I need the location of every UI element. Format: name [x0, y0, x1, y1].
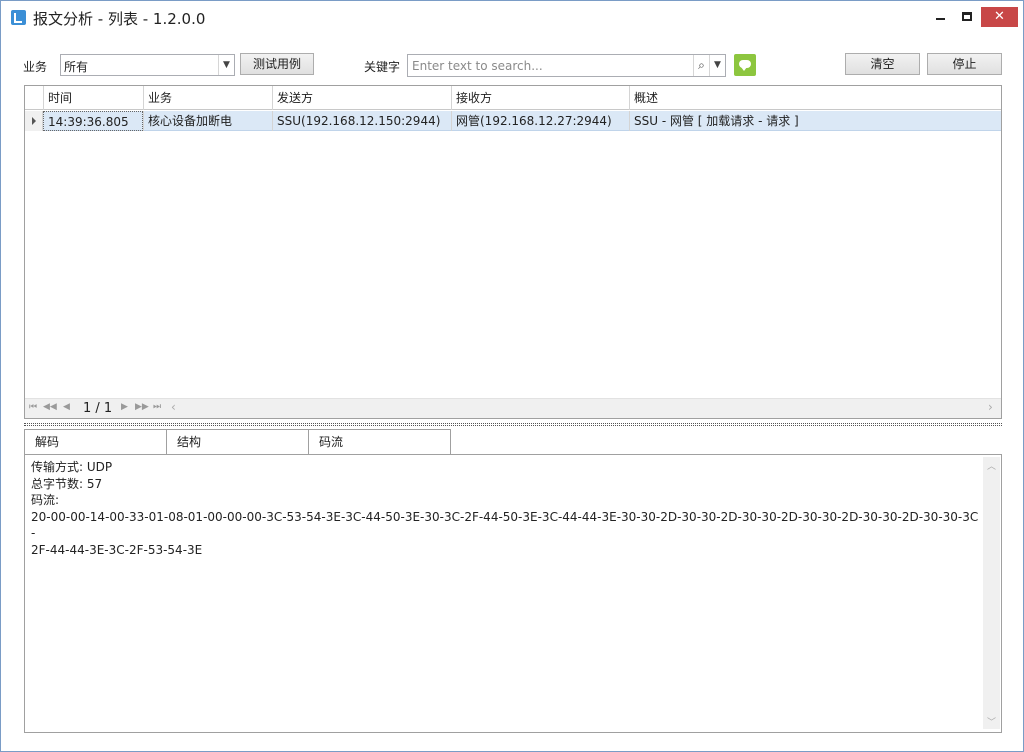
- minimize-button[interactable]: [926, 7, 954, 27]
- cell-time[interactable]: 14:39:36.805: [43, 111, 143, 131]
- search-input[interactable]: Enter text to search...: [412, 59, 543, 73]
- window-title: 报文分析 - 列表 - 1.2.0.0: [33, 10, 206, 28]
- tab-bitstream[interactable]: 码流: [308, 429, 451, 455]
- table-row[interactable]: 14:39:36.805 核心设备加断电 SSU(192.168.12.150:…: [25, 111, 1001, 131]
- scroll-up-icon[interactable]: ︿: [987, 459, 996, 472]
- splitter-handle[interactable]: [24, 423, 1002, 426]
- last-page-icon[interactable]: ⏭: [153, 402, 161, 412]
- column-header-sender[interactable]: 发送方: [272, 86, 451, 110]
- next-page-group-icon[interactable]: ▶▶: [135, 402, 149, 412]
- bitstream-panel: 传输方式: UDP 总字节数: 57 码流: 20-00-00-14-00-33…: [24, 454, 1002, 733]
- scroll-right-icon[interactable]: ›: [988, 400, 993, 414]
- scroll-left-icon[interactable]: ‹: [171, 400, 176, 414]
- search-history-chevron-icon[interactable]: ▼: [709, 55, 725, 76]
- bitstream-hex-line-2: 2F-44-44-3E-3C-2F-53-54-3E: [31, 542, 203, 557]
- stop-button[interactable]: 停止: [927, 53, 1002, 75]
- byte-count-line: 总字节数: 57: [31, 476, 103, 491]
- app-logo-icon: [11, 10, 26, 25]
- test-case-button[interactable]: 测试用例: [240, 53, 314, 75]
- cell-business[interactable]: 核心设备加断电: [143, 111, 272, 131]
- prev-page-group-icon[interactable]: ◀◀: [43, 402, 57, 412]
- maximize-icon: [962, 12, 972, 21]
- cell-sender[interactable]: SSU(192.168.12.150:2944): [272, 111, 451, 131]
- search-icon[interactable]: ⌕: [693, 55, 709, 76]
- chevron-down-icon[interactable]: ▼: [218, 55, 234, 75]
- tab-structure[interactable]: 结构: [166, 429, 309, 455]
- cell-summary[interactable]: SSU - 网管 [ 加载请求 - 请求 ]: [629, 111, 1001, 131]
- bitstream-label: 码流:: [31, 493, 60, 507]
- grid-header: 时间 业务 发送方 接收方 概述: [25, 86, 1001, 110]
- transport-line: 传输方式: UDP: [31, 460, 113, 474]
- minimize-icon: [935, 18, 945, 20]
- business-select[interactable]: 所有 ▼: [60, 54, 235, 76]
- app-window: 报文分析 - 列表 - 1.2.0.0 ✕ 业务 所有 ▼ 测试用例 关键字 E…: [0, 0, 1024, 752]
- row-indicator-icon: [25, 111, 43, 131]
- close-icon: ✕: [994, 9, 1005, 24]
- tab-decode[interactable]: 解码: [24, 429, 167, 455]
- next-page-icon[interactable]: ▶: [121, 402, 128, 412]
- business-label: 业务: [23, 60, 48, 74]
- vertical-scrollbar[interactable]: ︿ ﹀: [983, 457, 1000, 729]
- scroll-down-icon[interactable]: ﹀: [987, 715, 996, 728]
- search-box[interactable]: Enter text to search... ⌕ ▼: [407, 54, 726, 77]
- keyword-label: 关键字: [364, 60, 401, 74]
- column-header-receiver[interactable]: 接收方: [451, 86, 629, 110]
- prev-page-icon[interactable]: ◀: [63, 402, 70, 412]
- maximize-button[interactable]: [953, 7, 981, 27]
- chat-bubble-icon[interactable]: [734, 54, 756, 76]
- column-header-time[interactable]: 时间: [43, 86, 143, 110]
- bitstream-hex-line-1: 20-00-00-14-00-33-01-08-01-00-00-00-3C-5…: [31, 509, 979, 541]
- column-header-business[interactable]: 业务: [143, 86, 272, 110]
- first-page-icon[interactable]: ⏮: [29, 402, 37, 412]
- column-header-summary[interactable]: 概述: [629, 86, 1001, 110]
- message-grid: 时间 业务 发送方 接收方 概述 14:39:36.805 核心设备加断电 SS…: [24, 85, 1002, 419]
- page-indicator: 1 / 1: [83, 401, 113, 416]
- bitstream-text[interactable]: 传输方式: UDP 总字节数: 57 码流: 20-00-00-14-00-33…: [31, 459, 981, 558]
- cell-receiver[interactable]: 网管(192.168.12.27:2944): [451, 111, 629, 131]
- business-select-value: 所有: [64, 60, 89, 74]
- grid-pager: ⏮ ◀◀ ◀ 1 / 1 ▶ ▶▶ ⏭ ‹ ›: [25, 398, 1001, 418]
- clear-button[interactable]: 清空: [845, 53, 920, 75]
- close-button[interactable]: ✕: [981, 7, 1018, 27]
- title-bar: 报文分析 - 列表 - 1.2.0.0 ✕: [1, 1, 1023, 33]
